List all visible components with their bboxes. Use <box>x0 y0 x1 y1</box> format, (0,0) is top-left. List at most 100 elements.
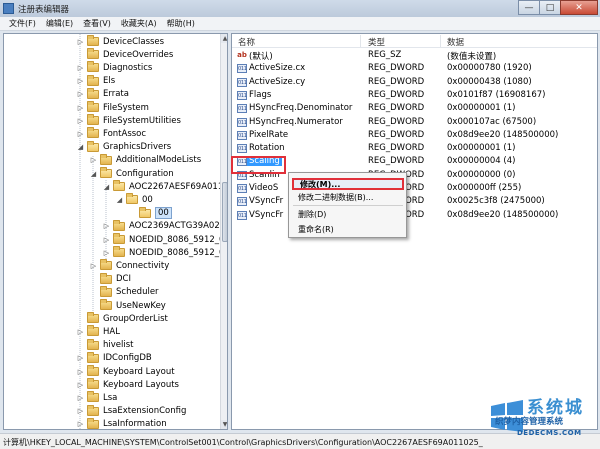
tree-item[interactable]: ▷ FileSystemUtilities <box>76 114 181 127</box>
tree-item[interactable]: ▷ Keyboard Layouts <box>76 378 179 391</box>
maximize-button[interactable]: □ <box>539 0 561 15</box>
tree-item[interactable]: ▷ Keyboard Layout <box>76 365 175 378</box>
value-row[interactable]: 011 HSyncFreq.Denominator REG_DWORD 0x00000… <box>232 102 597 115</box>
tree-item-label: NOEDID_8086_5912_0000 <box>129 247 227 258</box>
scrollbar-thumb[interactable] <box>222 182 227 242</box>
tree-item[interactable]: ▷ FontAssoc <box>76 127 146 140</box>
tree-item[interactable]: ▷ NOEDID_8086_5912_0000 <box>102 246 227 259</box>
tree-item[interactable]: UseNewKey <box>89 299 166 312</box>
tree-item[interactable]: DCI <box>89 272 131 286</box>
tree-vertical-scrollbar[interactable]: ▲ ▼ <box>220 34 227 429</box>
tree-item[interactable]: ▷ FileSystem <box>76 101 149 114</box>
value-row[interactable]: 011 PixelRate REG_DWORD 0x08d9ee20 (1485000… <box>232 129 597 142</box>
tree-item[interactable]: ◢ Configuration <box>89 167 174 180</box>
dword-value-icon: 011 <box>237 210 247 220</box>
expand-arrow-icon <box>89 288 98 297</box>
tree-item[interactable]: ▷ Errata <box>76 87 129 101</box>
tree-item[interactable]: DeviceOverrides <box>76 48 173 61</box>
expand-arrow-icon[interactable]: ▷ <box>76 77 85 86</box>
value-row[interactable]: 011 Rotation REG_DWORD 0x00000001 (1) <box>232 142 597 155</box>
expand-arrow-icon[interactable]: ▷ <box>76 393 85 402</box>
value-row[interactable]: 011VideoSREG_DWORD0x000000ff (255) <box>232 182 597 195</box>
site-watermark: 系统城 织梦内容管理系统 DEDECMS.COM <box>489 390 600 449</box>
expand-arrow-icon[interactable]: ▷ <box>102 235 111 244</box>
expand-arrow-icon[interactable]: ▷ <box>76 103 85 112</box>
expand-arrow-icon[interactable]: ▷ <box>89 261 98 270</box>
expand-arrow-icon[interactable]: ▷ <box>76 367 85 376</box>
tree-item[interactable]: hivelist <box>76 338 134 352</box>
menu-edit[interactable]: 编辑(E) <box>41 18 78 29</box>
tree-item[interactable]: ▷ NOEDID_8086_5912_0000 <box>102 233 227 246</box>
collapse-arrow-icon[interactable]: ◢ <box>89 169 98 178</box>
tree-item[interactable]: ▷ LsaExtensionConfig <box>76 404 186 418</box>
tree-item[interactable]: ▷ Els <box>76 74 115 88</box>
collapse-arrow-icon[interactable]: ◢ <box>115 195 124 204</box>
value-row[interactable]: 011 ActiveSize.cx REG_DWORD 0x00000780 (192… <box>232 62 597 75</box>
value-name-cell: ActiveSize.cy <box>249 76 306 87</box>
tree-item-label: DeviceClasses <box>103 36 165 47</box>
column-header-type[interactable]: 类型 <box>368 36 385 48</box>
tree-item[interactable]: ▷ IDConfigDB <box>76 351 152 365</box>
minimize-button[interactable]: — <box>518 0 540 15</box>
tree-item[interactable]: GroupOrderList <box>76 312 168 325</box>
tree-item[interactable]: ▷ Connectivity <box>89 259 169 272</box>
tree-item-label: IDConfigDB <box>103 353 152 364</box>
expand-arrow-icon[interactable]: ▷ <box>76 37 85 46</box>
value-row[interactable]: 011VSyncFrREG_DWORD0x08d9ee20 (148500000… <box>232 209 597 222</box>
context-delete-item[interactable]: 删除(D) <box>292 209 404 221</box>
value-row[interactable]: 011ScanlinREG_DWORD0x00000000 (0) <box>232 169 597 182</box>
value-row[interactable]: 011VSyncFrREG_DWORD0x0025c3f8 (2475000) <box>232 195 597 208</box>
expand-arrow-icon[interactable]: ▷ <box>89 156 98 165</box>
context-modify-item[interactable]: 修改(M)... <box>292 178 404 190</box>
value-name-cell: ActiveSize.cx <box>249 63 306 74</box>
folder-icon <box>126 193 138 205</box>
scaling-highlight-box <box>231 156 286 174</box>
column-header-name[interactable]: 名称 <box>238 36 255 48</box>
collapse-arrow-icon[interactable]: ◢ <box>102 182 111 191</box>
tree-item[interactable]: ▷ AdditionalModeLists <box>89 153 201 167</box>
expand-arrow-icon[interactable]: ▷ <box>76 116 85 125</box>
tree-item-label: Diagnostics <box>103 62 153 73</box>
tree-item[interactable]: ▷ Lsa <box>76 391 117 404</box>
value-row[interactable]: 011 ActiveSize.cy REG_DWORD 0x00000438 (108… <box>232 76 597 89</box>
expand-arrow-icon <box>89 301 98 310</box>
menu-help[interactable]: 帮助(H) <box>162 18 200 29</box>
tree-item[interactable]: ▷ Diagnostics <box>76 61 152 74</box>
expand-arrow-icon[interactable]: ▷ <box>76 129 85 138</box>
tree-item[interactable]: ▷ LsaInformation <box>76 417 167 430</box>
menu-favorites[interactable]: 收藏夹(A) <box>116 18 162 29</box>
expand-arrow-icon[interactable]: ▷ <box>76 354 85 363</box>
tree-item-label: UseNewKey <box>116 300 166 311</box>
folder-icon <box>113 180 125 192</box>
value-row[interactable]: 011 Flags REG_DWORD 0x0101f87 (16908167) <box>232 89 597 102</box>
tree-item-label: LsaInformation <box>103 419 167 430</box>
tree-item[interactable]: ◢ 00 <box>115 193 153 206</box>
close-button[interactable]: ✕ <box>560 0 598 15</box>
collapse-arrow-icon[interactable]: ◢ <box>76 143 85 152</box>
expand-arrow-icon[interactable]: ▷ <box>102 222 111 231</box>
tree-item[interactable]: Scheduler <box>89 285 159 299</box>
menu-file[interactable]: 文件(F) <box>4 18 41 29</box>
tree-item[interactable]: 00 <box>128 206 172 220</box>
expand-arrow-icon[interactable]: ▷ <box>76 63 85 72</box>
context-modify-binary-item[interactable]: 修改二进制数据(B)... <box>292 192 404 204</box>
column-header-data[interactable]: 数据 <box>447 36 464 48</box>
tree-item[interactable]: ▷ DeviceClasses <box>76 35 164 48</box>
expand-arrow-icon[interactable]: ▷ <box>76 407 85 416</box>
expand-arrow-icon[interactable]: ▷ <box>76 327 85 336</box>
menu-view[interactable]: 查看(V) <box>78 18 116 29</box>
tree-item[interactable]: ◢ GraphicsDrivers <box>76 140 171 154</box>
value-row[interactable]: 011 HSyncFreq.Numerator REG_DWORD 0x000107a… <box>232 116 597 129</box>
expand-arrow-icon[interactable]: ▷ <box>76 90 85 99</box>
expand-arrow-icon[interactable]: ▷ <box>76 420 85 429</box>
tree-item[interactable]: ◢ AOC2267AESF69A011025_ <box>102 180 227 193</box>
expand-arrow-icon[interactable]: ▷ <box>102 248 111 257</box>
value-row[interactable]: 011 Scaling REG_DWORD 0x00000004 (4) <box>232 155 597 168</box>
expand-arrow-icon[interactable]: ▷ <box>76 380 85 389</box>
tree-item[interactable]: ▷ HAL <box>76 325 120 338</box>
context-rename-item[interactable]: 重命名(R) <box>292 224 404 236</box>
tree-item[interactable]: ▷ AOC2369ACTG39A021912 <box>102 219 227 233</box>
scroll-up-arrow-icon[interactable]: ▲ <box>221 34 227 43</box>
value-row[interactable]: ab (默认) REG_SZ (数值未设置) <box>232 49 597 62</box>
scroll-down-arrow-icon[interactable]: ▼ <box>221 420 227 429</box>
